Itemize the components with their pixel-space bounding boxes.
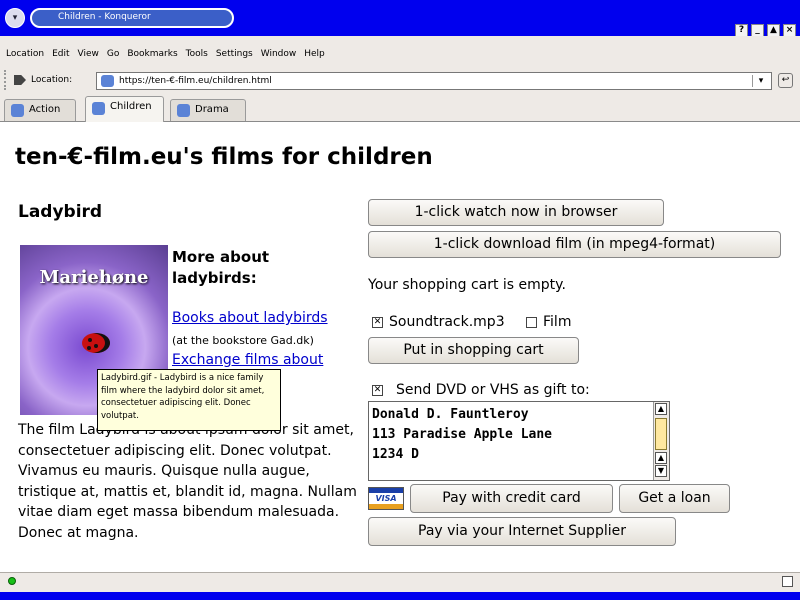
location-label-text: Location: [31, 75, 73, 85]
gift-address-text[interactable]: Donald D. Fauntleroy 113 Paradise Apple … [372, 405, 552, 465]
film-title: Ladybird [18, 202, 103, 222]
location-input[interactable]: https://ten-€-film.eu/children.html [96, 72, 772, 90]
cart-status: Your shopping cart is empty. [368, 277, 566, 293]
image-tooltip: Ladybird.gif - Ladybird is a nice family… [97, 369, 281, 431]
menubar: Location Edit View Go Bookmarks Tools Se… [6, 49, 325, 63]
menu-window[interactable]: Window [261, 49, 297, 63]
history-dropdown-icon[interactable]: ▾ [752, 75, 769, 87]
scroll-up-icon[interactable]: ▲ [655, 452, 667, 464]
scroll-up-icon[interactable]: ▲ [655, 403, 667, 415]
poster-label: Mariehøne [39, 267, 149, 288]
pay-isp-button[interactable]: Pay via your Internet Supplier [368, 517, 676, 546]
gift-checkbox[interactable]: ✕ [372, 385, 383, 396]
tab-children[interactable]: Children [85, 96, 164, 122]
menu-edit[interactable]: Edit [52, 49, 69, 63]
visa-label: VISA [375, 494, 397, 503]
tab-action[interactable]: Action [4, 99, 76, 121]
tab-label: Children [110, 101, 152, 112]
ladybug-icon [82, 333, 110, 353]
favicon-icon [11, 104, 24, 117]
film-checkbox[interactable] [526, 317, 537, 328]
tab-drama[interactable]: Drama [170, 99, 246, 121]
bookstore-note: (at the bookstore Gad.dk) [172, 334, 314, 347]
status-led-icon [8, 577, 16, 585]
favicon-icon [177, 104, 190, 117]
books-link[interactable]: Books about ladybirds [172, 310, 328, 326]
exchange-films-link[interactable]: Exchange films about [172, 352, 323, 368]
gift-label: Send DVD or VHS as gift to: [396, 382, 590, 398]
download-film-button[interactable]: 1-click download film (in mpeg4-format) [368, 231, 781, 258]
window-title: Children - Konqueror [58, 12, 151, 22]
favicon-icon [92, 102, 105, 115]
clear-location-icon[interactable]: ↩ [778, 73, 793, 88]
film-label: Film [543, 314, 572, 330]
watch-now-button[interactable]: 1-click watch now in browser [368, 199, 664, 226]
menu-go[interactable]: Go [107, 49, 119, 63]
menu-help[interactable]: Help [304, 49, 325, 63]
film-description: The film Ladybird is about ipsum dolor s… [18, 422, 357, 541]
pay-credit-card-button[interactable]: Pay with credit card [410, 484, 613, 513]
soundtrack-checkbox[interactable]: ✕ [372, 317, 383, 328]
page-title: ten-€-film.eu's films for children [15, 144, 433, 170]
menu-settings[interactable]: Settings [216, 49, 253, 63]
window-bottom-border [0, 592, 800, 600]
window-menu-button[interactable]: ▾ [5, 8, 25, 28]
location-label: Location: [14, 75, 72, 85]
tab-label: Action [29, 104, 61, 115]
get-loan-button[interactable]: Get a loan [619, 484, 730, 513]
scroll-down-icon[interactable]: ▼ [655, 465, 667, 477]
soundtrack-label: Soundtrack.mp3 [389, 314, 505, 330]
add-to-cart-button[interactable]: Put in shopping cart [368, 337, 579, 364]
menu-tools[interactable]: Tools [186, 49, 208, 63]
status-indicator-box[interactable] [782, 576, 793, 587]
toolbar-handle[interactable] [4, 70, 10, 90]
menu-location[interactable]: Location [6, 49, 44, 63]
more-about-heading: More about ladybirds: [172, 248, 270, 287]
tab-label: Drama [195, 104, 229, 115]
favicon-icon [101, 75, 114, 87]
location-arrow-icon [14, 75, 26, 85]
menu-bookmarks[interactable]: Bookmarks [127, 49, 177, 63]
scrollbar-thumb[interactable] [655, 418, 667, 450]
menu-view[interactable]: View [78, 49, 99, 63]
visa-card-icon: VISA [368, 487, 404, 510]
